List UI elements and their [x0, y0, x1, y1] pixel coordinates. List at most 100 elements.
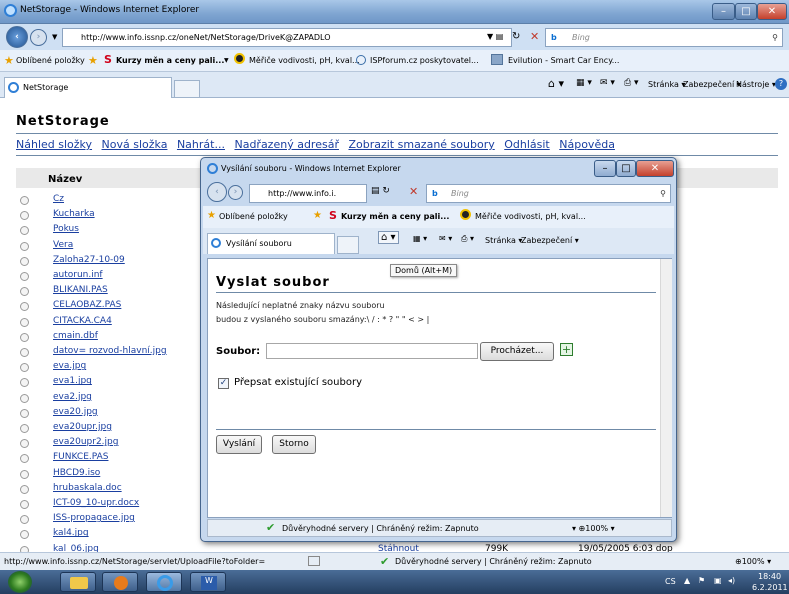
overwrite-checkbox[interactable]: ✓ — [218, 378, 229, 389]
file-radio[interactable] — [20, 363, 29, 373]
file-link[interactable]: autorun.inf — [53, 270, 103, 280]
dialog-search-box[interactable]: b Bing ⚲ — [426, 184, 671, 203]
dialog-forward-button[interactable]: › — [228, 185, 243, 200]
feeds-icon[interactable]: ▦ ▾ — [576, 78, 592, 88]
search-box[interactable]: b Bing ⚲ — [545, 28, 783, 47]
ie-taskbar-icon[interactable] — [146, 572, 182, 592]
add-file-icon[interactable]: + — [560, 343, 573, 356]
file-radio[interactable] — [20, 287, 29, 297]
dialog-mail-icon[interactable]: ✉ ▾ — [439, 234, 452, 243]
dialog-new-tab-button[interactable] — [337, 236, 359, 254]
link-logout[interactable]: Odhlásit — [504, 138, 550, 151]
file-input[interactable] — [266, 343, 478, 359]
file-radio[interactable] — [20, 272, 29, 281]
new-tab-button[interactable] — [174, 80, 200, 98]
home-icon[interactable]: ⌂ ▾ — [548, 77, 564, 90]
file-link[interactable]: eva20upr.jpg — [53, 422, 112, 432]
media-player-taskbar-icon[interactable] — [102, 572, 138, 592]
link-help[interactable]: Nápověda — [559, 138, 615, 151]
link-new-folder[interactable]: Nová složka — [102, 138, 168, 151]
tray-arrow-icon[interactable]: ▲ — [684, 576, 690, 585]
file-link[interactable]: CELAOBAZ.PAS — [53, 300, 121, 310]
clock-date[interactable]: 6.2.2011 — [752, 583, 788, 592]
file-radio[interactable] — [20, 302, 29, 312]
dialog-scrollbar[interactable] — [660, 259, 672, 517]
dialog-home-icon[interactable]: ⌂ ▾ — [378, 231, 399, 244]
dialog-feeds-icon[interactable]: ▦ ▾ — [413, 234, 427, 243]
file-radio[interactable] — [20, 424, 29, 433]
file-link[interactable]: Kucharka — [53, 209, 95, 219]
favorites-star-icon[interactable]: ★ — [4, 54, 14, 67]
history-dropdown-icon[interactable]: ▼ — [52, 33, 57, 41]
favorite-item-1-dropdown-icon[interactable]: ▼ — [224, 57, 229, 64]
tools-menu[interactable]: Nástroje ▾ — [736, 80, 776, 89]
file-link[interactable]: Cz — [53, 194, 64, 204]
file-link[interactable]: eva20upr2.jpg — [53, 437, 118, 447]
favorite-item-3[interactable]: ISPforum.cz poskytovatel... — [370, 56, 479, 65]
back-button[interactable]: ‹ — [6, 26, 28, 48]
file-radio[interactable] — [20, 484, 29, 494]
file-radio[interactable] — [20, 515, 29, 525]
page-menu[interactable]: Stránka ▾ — [648, 80, 685, 89]
status-security[interactable]: Důvěryhodné servery | Chráněný režim: Za… — [395, 557, 592, 566]
dialog-page-menu[interactable]: Stránka ▾ — [485, 236, 522, 245]
dialog-maximize-button[interactable]: □ — [616, 160, 636, 177]
file-radio[interactable] — [20, 348, 29, 357]
dialog-fav-2[interactable]: Měřiče vodivosti, pH, kval... — [475, 212, 586, 221]
zoom-control[interactable]: ⊕100% ▾ — [735, 557, 771, 566]
link-upload[interactable]: Nahrát... — [177, 138, 225, 151]
dialog-fav-1[interactable]: Kurzy měn a ceny pali... — [341, 212, 449, 221]
file-link[interactable]: cmain.dbf — [53, 331, 98, 341]
dialog-tab[interactable]: Vysílání souboru — [207, 233, 335, 254]
file-link[interactable]: Zaloha27-10-09 — [53, 255, 125, 265]
file-radio[interactable] — [20, 439, 29, 449]
favorites-label[interactable]: Oblíbené položky — [16, 56, 85, 65]
file-link[interactable]: eva2.jpg — [53, 392, 92, 402]
file-radio[interactable] — [20, 408, 29, 418]
link-show-deleted[interactable]: Zobrazit smazané soubory — [348, 138, 494, 151]
tab-netstorage[interactable]: NetStorage — [4, 77, 172, 98]
file-radio[interactable] — [20, 196, 29, 205]
send-button[interactable]: Vyslání — [216, 435, 262, 454]
file-radio[interactable] — [20, 256, 29, 266]
file-link[interactable]: eva.jpg — [53, 361, 86, 371]
refresh-icon[interactable]: ↻ — [512, 31, 520, 42]
file-link[interactable]: BLIKANI.PAS — [53, 285, 108, 295]
file-radio[interactable] — [20, 241, 29, 251]
dialog-search-icon[interactable]: ⚲ — [660, 185, 666, 202]
file-link[interactable]: FUNKCE.PAS — [53, 452, 108, 462]
dialog-zoom-control[interactable]: ▾ ⊕100% ▾ — [572, 524, 615, 533]
print-icon[interactable]: ⎙ ▾ — [624, 78, 639, 88]
file-radio[interactable] — [20, 226, 29, 236]
security-menu[interactable]: Zabezpečení ▾ — [683, 80, 741, 89]
file-radio[interactable] — [20, 378, 29, 388]
link-parent-directory[interactable]: Nadřazený adresář — [234, 138, 339, 151]
dialog-minimize-button[interactable]: – — [594, 160, 616, 177]
browse-button[interactable]: Procházet... — [480, 342, 554, 361]
dialog-address-bar[interactable]: http://www.info.i. — [249, 184, 367, 203]
file-radio[interactable] — [20, 332, 29, 342]
overwrite-label[interactable]: Přepsat existující soubory — [234, 377, 362, 388]
file-radio[interactable] — [20, 530, 29, 540]
dialog-favorites-star-icon[interactable]: ★ — [207, 210, 216, 221]
clock-time[interactable]: 18:40 — [758, 572, 781, 581]
favorite-item-2[interactable]: Měřiče vodivosti, pH, kval... — [249, 56, 360, 65]
compat-view-icon[interactable]: ▼ ▤ — [487, 32, 503, 41]
word-taskbar-icon[interactable]: W — [190, 572, 226, 592]
search-icon[interactable]: ⚲ — [772, 29, 778, 46]
help-icon[interactable]: ? — [775, 78, 787, 90]
network-icon[interactable]: ▣ — [714, 576, 722, 585]
link-folder-preview[interactable]: Náhled složky — [16, 138, 92, 151]
volume-icon[interactable]: ◂) — [728, 576, 735, 585]
file-link[interactable]: Pokus — [53, 224, 79, 234]
file-radio[interactable] — [20, 317, 29, 327]
dialog-back-button[interactable]: ‹ — [207, 182, 227, 202]
file-link[interactable]: HBCD9.iso — [53, 468, 100, 478]
dialog-refresh-icon[interactable]: ▤ ↻ — [371, 186, 390, 196]
forward-button[interactable]: › — [30, 29, 47, 46]
add-favorite-icon[interactable]: ★ — [88, 54, 98, 67]
maximize-button[interactable]: □ — [735, 3, 757, 20]
stop-icon[interactable]: ✕ — [530, 30, 539, 43]
dialog-security-menu[interactable]: Zabezpečení ▾ — [521, 236, 579, 245]
minimize-button[interactable]: – — [712, 3, 735, 20]
